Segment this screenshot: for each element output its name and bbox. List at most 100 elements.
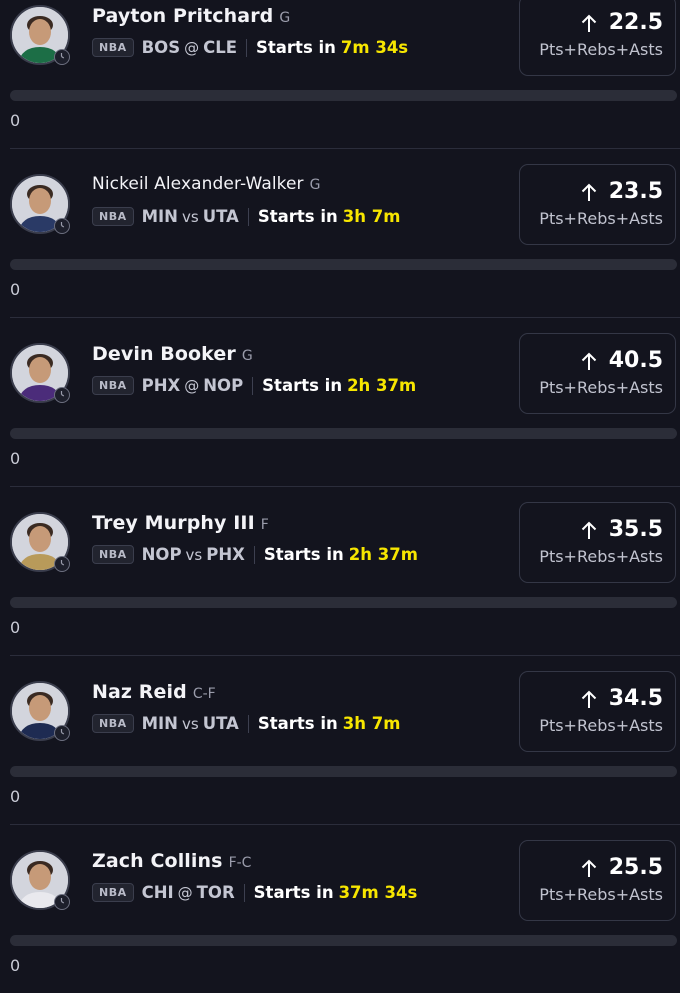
team-home: PHX — [206, 545, 245, 564]
projection-button[interactable]: 22.5 Pts+Rebs+Asts — [519, 0, 676, 76]
progress-bar — [10, 766, 677, 777]
team-away: BOS — [141, 38, 181, 57]
clock-icon — [54, 725, 70, 741]
projection-button[interactable]: 34.5 Pts+Rebs+Asts — [519, 671, 676, 752]
pick-count: 0 — [10, 280, 21, 299]
projection-button[interactable]: 35.5 Pts+Rebs+Asts — [519, 502, 676, 583]
projection-line: 25.5 — [581, 855, 663, 880]
progress-bar — [10, 428, 677, 439]
team-home: NOP — [203, 376, 244, 395]
player-prop-card[interactable]: Nickeil Alexander-Walker G NBA MIN vs UTA… — [0, 148, 680, 317]
player-name-line: Devin Booker G — [92, 343, 253, 365]
projection-line: 35.5 — [581, 517, 663, 542]
pick-count: 0 — [10, 111, 21, 130]
pick-count: 0 — [10, 449, 21, 468]
clock-icon — [54, 556, 70, 572]
player-prop-card[interactable]: Naz Reid C-F NBA MIN vs UTA Starts in 3h … — [0, 655, 680, 824]
player-name-line: Payton Pritchard G — [92, 5, 290, 27]
info-divider — [246, 38, 248, 57]
player-position: G — [241, 348, 253, 364]
info-divider — [243, 883, 245, 902]
arrow-up-icon — [581, 521, 596, 539]
game-countdown: 3h 7m — [342, 207, 401, 226]
matchup-separator: vs — [185, 545, 203, 564]
clock-icon — [54, 218, 70, 234]
game-info: NBA NOP vs PHX Starts in 2h 37m — [92, 545, 418, 564]
line-value: 25.5 — [608, 855, 663, 880]
progress-bar — [10, 90, 677, 101]
matchup-separator: @ — [184, 376, 200, 395]
player-position: F-C — [228, 855, 252, 871]
player-name[interactable]: Payton Pritchard — [92, 5, 273, 27]
row-divider — [10, 317, 680, 318]
player-name-line: Zach Collins F-C — [92, 850, 251, 872]
stat-type: Pts+Rebs+Asts — [539, 209, 663, 228]
info-divider — [253, 545, 255, 564]
league-badge: NBA — [92, 545, 134, 564]
player-name-line: Nickeil Alexander-Walker G — [92, 174, 321, 194]
player-position: G — [309, 177, 321, 193]
info-divider — [252, 376, 254, 395]
game-countdown: 7m 34s — [340, 38, 409, 57]
arrow-up-icon — [581, 352, 596, 370]
game-info: NBA BOS @ CLE Starts in 7m 34s — [92, 38, 408, 57]
player-name[interactable]: Trey Murphy III — [92, 512, 255, 534]
line-value: 22.5 — [608, 10, 663, 35]
player-prop-card[interactable]: Zach Collins F-C NBA CHI @ TOR Starts in … — [0, 824, 680, 993]
player-prop-card[interactable]: Payton Pritchard G NBA BOS @ CLE Starts i… — [0, 0, 680, 148]
player-name[interactable]: Devin Booker — [92, 343, 236, 365]
progress-bar — [10, 597, 677, 608]
arrow-up-icon — [581, 690, 596, 708]
projection-button[interactable]: 25.5 Pts+Rebs+Asts — [519, 840, 676, 921]
player-name[interactable]: Naz Reid — [92, 681, 187, 703]
info-divider — [247, 714, 249, 733]
player-name[interactable]: Nickeil Alexander-Walker — [92, 174, 304, 194]
starts-label: Starts in — [263, 545, 344, 564]
game-countdown: 2h 37m — [347, 376, 417, 395]
player-prop-card[interactable]: Trey Murphy III F NBA NOP vs PHX Starts i… — [0, 486, 680, 655]
team-away: MIN — [141, 714, 178, 733]
starts-label: Starts in — [257, 714, 338, 733]
player-name-line: Trey Murphy III F — [92, 512, 269, 534]
game-countdown: 3h 7m — [342, 714, 401, 733]
player-prop-list: Payton Pritchard G NBA BOS @ CLE Starts i… — [0, 0, 680, 993]
info-divider — [247, 207, 249, 226]
projection-button[interactable]: 23.5 Pts+Rebs+Asts — [519, 164, 676, 245]
stat-type: Pts+Rebs+Asts — [539, 547, 663, 566]
stat-type: Pts+Rebs+Asts — [539, 716, 663, 735]
player-position: C-F — [192, 686, 216, 702]
arrow-up-icon — [581, 14, 596, 32]
projection-line: 23.5 — [581, 179, 663, 204]
player-position: G — [279, 10, 291, 26]
stat-type: Pts+Rebs+Asts — [539, 40, 663, 59]
projection-line: 34.5 — [581, 686, 663, 711]
league-badge: NBA — [92, 207, 134, 226]
projection-button[interactable]: 40.5 Pts+Rebs+Asts — [519, 333, 676, 414]
team-away: NOP — [141, 545, 182, 564]
team-away: CHI — [141, 883, 174, 902]
row-divider — [10, 148, 680, 149]
clock-icon — [54, 894, 70, 910]
player-position: F — [260, 517, 269, 533]
pick-count: 0 — [10, 956, 21, 975]
team-home: TOR — [196, 883, 235, 902]
projection-line: 40.5 — [581, 348, 663, 373]
progress-bar — [10, 259, 677, 270]
stat-type: Pts+Rebs+Asts — [539, 885, 663, 904]
starts-label: Starts in — [262, 376, 343, 395]
game-info: NBA CHI @ TOR Starts in 37m 34s — [92, 883, 417, 902]
player-prop-card[interactable]: Devin Booker G NBA PHX @ NOP Starts in 2h… — [0, 317, 680, 486]
team-home: UTA — [202, 207, 239, 226]
clock-icon — [54, 49, 70, 65]
starts-label: Starts in — [257, 207, 338, 226]
arrow-up-icon — [581, 859, 596, 877]
pick-count: 0 — [10, 618, 21, 637]
starts-label: Starts in — [253, 883, 334, 902]
player-name[interactable]: Zach Collins — [92, 850, 223, 872]
league-badge: NBA — [92, 883, 134, 902]
row-divider — [10, 486, 680, 487]
line-value: 40.5 — [608, 348, 663, 373]
matchup-separator: vs — [181, 714, 199, 733]
line-value: 34.5 — [608, 686, 663, 711]
line-value: 35.5 — [608, 517, 663, 542]
